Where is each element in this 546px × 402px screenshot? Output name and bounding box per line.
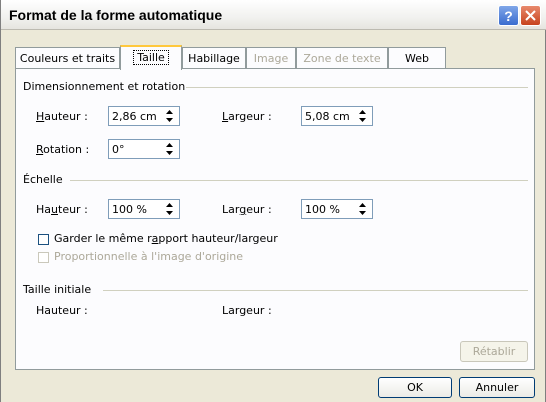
spin-up-icon[interactable] [354,201,370,209]
section-divider [70,180,528,181]
tab-habillage[interactable]: Habillage [182,47,246,69]
section-title-original-size: Taille initiale [23,283,92,296]
lock-aspect-ratio-checkbox[interactable] [38,234,49,245]
tab-couleurs-et-traits[interactable]: Couleurs et traits [15,47,120,69]
scale-width-label: Largeur : [222,203,272,216]
spin-up-icon[interactable] [354,108,370,116]
width-spinbox[interactable]: 5,08 cm [301,106,373,126]
help-button[interactable]: ? [498,5,519,26]
original-height-label: Hauteur : [36,304,88,317]
spin-down-icon[interactable] [354,209,370,217]
title-bar[interactable]: Format de la forme automatique ? [1,0,546,30]
height-value[interactable]: 2,86 cm [112,110,157,123]
scale-height-label: Hauteur : [36,203,88,216]
spinner-arrows[interactable] [354,108,370,124]
relative-to-original-label[interactable]: Proportionnelle à l'image d'origine [54,250,243,263]
section-divider [186,87,528,88]
height-spinbox[interactable]: 2,86 cm [108,106,180,126]
section-divider [103,290,528,291]
original-width-label: Largeur : [222,304,272,317]
rotation-value[interactable]: 0° [112,143,125,156]
cancel-button[interactable]: Annuler [459,377,535,398]
width-label: Largeur : [222,110,272,123]
dialog-window: Format de la forme automatique ? Couleur… [0,0,546,402]
scale-width-value[interactable]: 100 % [305,203,340,216]
scale-width-spinbox[interactable]: 100 % [301,199,373,219]
scale-height-value[interactable]: 100 % [112,203,147,216]
width-value[interactable]: 5,08 cm [305,110,350,123]
close-icon [525,10,536,21]
scale-height-spinbox[interactable]: 100 % [108,199,180,219]
tab-image[interactable]: Image [246,47,296,69]
spinner-arrows[interactable] [354,201,370,217]
tab-panel: Dimensionnement et rotation Hauteur : 2,… [15,68,535,370]
spin-up-icon[interactable] [161,108,177,116]
spin-down-icon[interactable] [354,116,370,124]
height-label: Hauteur : [36,110,88,123]
rotation-spinbox[interactable]: 0° [108,139,180,159]
ok-button[interactable]: OK [378,377,452,398]
tab-zone-de-texte[interactable]: Zone de texte [296,47,388,69]
window-title: Format de la forme automatique [9,7,223,23]
lock-aspect-ratio-label[interactable]: Garder le même rapport hauteur/largeur [54,232,278,245]
question-mark-icon: ? [504,7,513,24]
spin-up-icon[interactable] [161,141,177,149]
tab-web[interactable]: Web [388,47,446,69]
reset-button[interactable]: Rétablir [460,341,528,362]
section-title-scale: Échelle [23,173,63,186]
tab-taille-label: Taille [133,50,169,65]
close-button[interactable] [520,5,541,26]
tab-taille[interactable]: Taille [120,45,182,70]
spin-down-icon[interactable] [161,209,177,217]
spinner-arrows[interactable] [161,108,177,124]
spin-down-icon[interactable] [161,149,177,157]
spinner-arrows[interactable] [161,201,177,217]
spinner-arrows[interactable] [161,141,177,157]
rotation-label: Rotation : [36,143,90,156]
spin-up-icon[interactable] [161,201,177,209]
spin-down-icon[interactable] [161,116,177,124]
relative-to-original-checkbox[interactable] [38,252,49,263]
section-title-dimensions: Dimensionnement et rotation [23,80,186,93]
